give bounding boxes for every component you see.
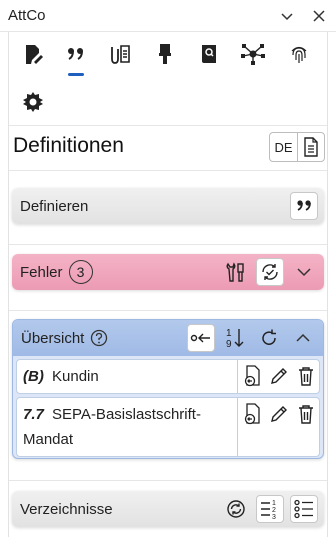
refresh-check-icon[interactable]: [256, 258, 284, 286]
numbered-list-icon[interactable]: 123: [256, 495, 284, 523]
uebersicht-header[interactable]: Übersicht 19: [13, 320, 323, 356]
header-buttons: DE: [269, 132, 325, 162]
bullet-list-icon[interactable]: [290, 495, 318, 523]
active-tab-indicator: [68, 73, 84, 76]
task-pane: Definitionen DE Definieren Fehler 3 Über…: [0, 32, 336, 537]
refresh-icon[interactable]: [255, 324, 283, 352]
list-item[interactable]: 7.7 SEPA-Basislastschrift-Mandat: [16, 397, 320, 457]
goto-document-icon[interactable]: [240, 364, 264, 388]
definieren-header[interactable]: Definieren: [12, 188, 324, 224]
svg-text:9: 9: [226, 339, 232, 350]
divider: [9, 480, 327, 481]
pane-frame: Definitionen DE Definieren Fehler 3 Über…: [8, 32, 328, 537]
goto-document-icon[interactable]: [240, 402, 264, 426]
network-icon[interactable]: [237, 38, 269, 70]
pencil-icon[interactable]: [267, 402, 291, 426]
list-item[interactable]: (B) Kundin: [16, 359, 320, 394]
trash-icon[interactable]: [294, 402, 318, 426]
svg-text:3: 3: [272, 514, 276, 520]
entry-number: (B): [23, 368, 44, 385]
gear-icon[interactable]: [17, 86, 49, 118]
page-title: Definitionen: [13, 134, 124, 157]
error-count-badge: 3: [68, 260, 93, 284]
paperclip-icon[interactable]: [105, 38, 137, 70]
divider: [9, 244, 327, 245]
quote-icon[interactable]: [60, 38, 92, 76]
verzeichnisse-label: Verzeichnisse: [20, 500, 113, 518]
main-toolbar: [9, 32, 327, 128]
fehler-header[interactable]: Fehler 3: [12, 254, 324, 290]
close-icon[interactable]: [310, 7, 328, 25]
entry-actions: [237, 360, 319, 393]
sort-numeric-icon[interactable]: 19: [221, 324, 249, 352]
help-icon[interactable]: [90, 329, 108, 347]
uebersicht-label: Übersicht: [21, 329, 85, 347]
chevron-up-icon[interactable]: [289, 324, 317, 352]
svg-text:1: 1: [272, 500, 276, 507]
svg-text:1: 1: [226, 328, 232, 339]
definieren-label: Definieren: [20, 197, 89, 215]
tools-icon[interactable]: [222, 258, 250, 286]
section-fehler: Fehler 3: [12, 254, 324, 290]
svg-text:2: 2: [272, 507, 276, 514]
chevron-down-icon[interactable]: [290, 258, 318, 286]
quote-icon[interactable]: [290, 192, 318, 220]
fingerprint-icon[interactable]: [283, 38, 315, 70]
book-icon[interactable]: [193, 38, 225, 70]
pencil-icon[interactable]: [267, 364, 291, 388]
header-divider: [9, 170, 327, 171]
entry-number: 7.7: [23, 406, 44, 423]
window-title: AttCo: [8, 7, 46, 24]
language-button[interactable]: DE: [270, 133, 298, 161]
verzeichnisse-header[interactable]: Verzeichnisse 123: [12, 491, 324, 527]
title-bar: AttCo: [0, 0, 336, 32]
collapse-left-icon[interactable]: [187, 324, 215, 352]
entry-label: SEPA-Basislastschrift-Mandat: [23, 406, 201, 448]
divider: [9, 310, 327, 311]
section-uebersicht: Übersicht 19 (B) Kundin 7.7 SEPA-Basisla…: [12, 319, 324, 459]
entry-text: (B) Kundin: [17, 360, 237, 393]
edit-document-icon[interactable]: [17, 38, 49, 70]
trash-icon[interactable]: [294, 364, 318, 388]
brush-icon[interactable]: [149, 38, 181, 70]
toolbar-divider: [9, 125, 327, 126]
chevron-down-icon[interactable]: [278, 7, 296, 25]
sync-icon[interactable]: [222, 495, 250, 523]
entry-text: 7.7 SEPA-Basislastschrift-Mandat: [17, 398, 237, 456]
fehler-label: Fehler: [20, 263, 63, 281]
entry-label: Kundin: [52, 368, 99, 385]
section-verzeichnisse: Verzeichnisse 123: [12, 491, 324, 527]
section-definieren: Definieren: [12, 188, 324, 224]
document-icon[interactable]: [298, 133, 324, 161]
entry-actions: [237, 398, 319, 456]
